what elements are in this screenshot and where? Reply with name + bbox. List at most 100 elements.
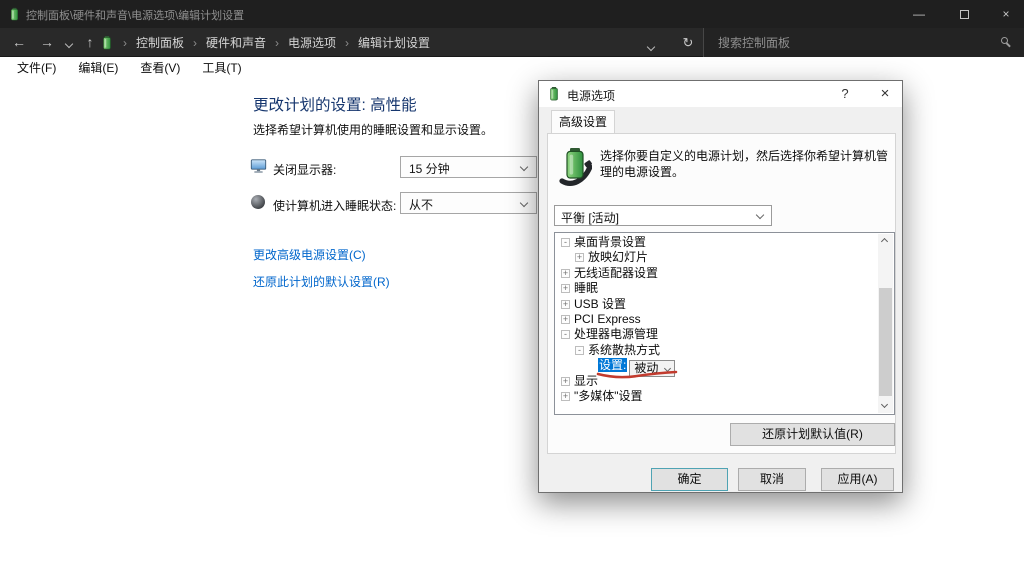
chevron-down-icon	[756, 211, 764, 219]
tree-item-sleep[interactable]: + 睡眠	[557, 281, 877, 296]
advanced-settings-panel: 选择你要自定义的电源计划，然后选择你希望计算机管理的电源设置。 平衡 [活动] …	[547, 133, 896, 454]
power-options-icon	[100, 35, 114, 50]
selected-value: 被动	[634, 361, 658, 375]
search-box	[703, 28, 1024, 57]
tree-item-system-cooling-policy[interactable]: -系统散热方式	[557, 343, 877, 358]
power-options-icon	[8, 7, 21, 21]
tree-item-label: 系统散热方式	[588, 343, 660, 357]
restore-plan-defaults-button[interactable]: 还原计划默认值(R)	[730, 423, 895, 446]
tree-item-usb-settings[interactable]: + USB 设置	[557, 297, 877, 312]
search-icon[interactable]	[1001, 37, 1008, 44]
up-button[interactable]: ↑	[78, 28, 102, 57]
menu-view[interactable]: 查看(V)	[131, 59, 189, 76]
chevron-up-icon	[881, 238, 888, 245]
dialog-title: 电源选项	[567, 87, 615, 104]
back-button[interactable]: ←	[6, 28, 32, 57]
tree-item-cooling-setting[interactable]: 设置: 被动	[557, 358, 877, 373]
breadcrumb-item-power-options[interactable]: 电源选项	[288, 34, 336, 51]
power-options-dialog: 电源选项 ? × 高级设置 选择你要自定义的电源计划，然后选择你希望计算机管理的…	[538, 80, 903, 493]
breadcrumb-item-edit-plan[interactable]: 编辑计划设置	[358, 34, 430, 51]
tree-item-label: USB 设置	[574, 297, 626, 311]
page-subtitle: 选择希望计算机使用的睡眠设置和显示设置。	[253, 121, 493, 138]
maximize-button[interactable]	[947, 0, 981, 28]
close-button[interactable]: ×	[989, 0, 1023, 28]
tree-item-slideshow[interactable]: + 放映幻灯片	[557, 250, 877, 265]
expand-icon[interactable]: +	[561, 392, 570, 401]
menu-edit[interactable]: 编辑(E)	[69, 59, 127, 76]
tree-item-pci-express[interactable]: + PCI Express	[557, 312, 877, 327]
dialog-close-button[interactable]: ×	[870, 81, 900, 107]
scroll-down-button[interactable]	[878, 399, 893, 413]
expand-icon[interactable]: +	[561, 300, 570, 309]
tree-item-processor-power[interactable]: -处理器电源管理	[557, 327, 877, 342]
chevron-down-icon	[881, 401, 888, 408]
power-options-icon	[547, 86, 561, 101]
menu-file[interactable]: 文件(F)	[8, 59, 65, 76]
turn-off-display-select[interactable]: 15 分钟	[400, 156, 537, 178]
tree-item-multimedia-settings[interactable]: + "多媒体"设置	[557, 389, 877, 404]
tree-rows: -桌面背景设置 +放映幻灯片 +无线适配器设置 +睡眠 +USB 设置 +PCI…	[557, 235, 877, 404]
ok-button[interactable]: 确定	[651, 468, 728, 491]
cancel-button[interactable]: 取消	[738, 468, 806, 491]
breadcrumb-item-hardware-sound[interactable]: 硬件和声音	[206, 34, 266, 51]
expand-icon[interactable]: +	[561, 269, 570, 278]
turn-off-display-label: 关闭显示器:	[273, 161, 336, 178]
dialog-description: 选择你要自定义的电源计划，然后选择你希望计算机管理的电源设置。	[600, 148, 892, 180]
tree-item-label: 睡眠	[574, 281, 598, 295]
tree-item-display[interactable]: + 显示	[557, 374, 877, 389]
menu-tools[interactable]: 工具(T)	[193, 59, 250, 76]
display-icon	[250, 158, 267, 174]
scrollbar[interactable]	[878, 234, 893, 413]
breadcrumb-item-control-panel[interactable]: 控制面板	[136, 34, 184, 51]
tree-item-label: "多媒体"设置	[574, 389, 643, 403]
power-plan-select[interactable]: 平衡 [活动]	[554, 205, 772, 226]
expand-icon[interactable]: +	[561, 377, 570, 386]
apply-button[interactable]: 应用(A)	[821, 468, 894, 491]
tree-item-label: 放映幻灯片	[588, 250, 648, 264]
search-input[interactable]	[704, 28, 1024, 57]
toolbar: ← → ↑ › 控制面板 › 硬件和声音 › 电源选项 › 编辑计划设置 ↻	[0, 28, 1024, 57]
chevron-down-icon	[647, 43, 655, 51]
tree-item-label: 无线适配器设置	[574, 266, 658, 280]
tree-item-desktop-background[interactable]: -桌面背景设置	[557, 235, 877, 250]
forward-button[interactable]: →	[34, 28, 60, 57]
minimize-button[interactable]: —	[902, 0, 936, 28]
tree-item-label: PCI Express	[574, 312, 641, 326]
address-dropdown-button[interactable]	[648, 39, 654, 53]
screen: 控制面板\硬件和声音\电源选项\编辑计划设置 — × ← → ↑ › 控制面板 …	[0, 0, 1024, 576]
sleep-select[interactable]: 从不	[400, 192, 537, 214]
tree-item-label: 显示	[574, 374, 598, 388]
breadcrumb-separator: ›	[123, 36, 127, 50]
breadcrumb-separator: ›	[193, 36, 197, 50]
restore-default-settings-link[interactable]: 还原此计划的默认设置(R)	[253, 273, 390, 290]
scroll-up-button[interactable]	[878, 234, 893, 248]
cooling-mode-select[interactable]: 被动	[629, 360, 675, 377]
collapse-icon[interactable]: -	[575, 346, 584, 355]
page-title: 更改计划的设置: 高性能	[253, 93, 417, 115]
scrollbar-thumb[interactable]	[879, 288, 892, 396]
tab-advanced-settings[interactable]: 高级设置	[551, 110, 615, 134]
tree-item-wireless-adapter[interactable]: + 无线适配器设置	[557, 266, 877, 281]
window-title: 控制面板\硬件和声音\电源选项\编辑计划设置	[26, 7, 244, 23]
refresh-button[interactable]: ↻	[674, 28, 702, 57]
window-titlebar: 控制面板\硬件和声音\电源选项\编辑计划设置 — ×	[0, 0, 1024, 28]
expand-icon[interactable]: +	[575, 253, 584, 262]
setting-label-selected: 设置:	[598, 358, 627, 372]
recent-pages-dropdown[interactable]	[60, 28, 78, 57]
help-button[interactable]: ?	[830, 81, 860, 107]
chevron-down-icon	[520, 163, 528, 171]
tree-item-label: 桌面背景设置	[574, 235, 646, 249]
sleep-icon	[250, 194, 266, 210]
expand-icon[interactable]: +	[561, 284, 570, 293]
collapse-icon[interactable]: -	[561, 238, 570, 247]
expand-icon[interactable]: +	[561, 315, 570, 324]
sleep-label: 使计算机进入睡眠状态:	[273, 197, 396, 214]
breadcrumb-separator: ›	[275, 36, 279, 50]
change-advanced-power-settings-link[interactable]: 更改高级电源设置(C)	[253, 246, 366, 263]
chevron-down-icon	[520, 199, 528, 207]
settings-tree: -桌面背景设置 +放映幻灯片 +无线适配器设置 +睡眠 +USB 设置 +PCI…	[554, 232, 895, 415]
power-plan-icon	[558, 147, 592, 187]
breadcrumb: › 控制面板 › 硬件和声音 › 电源选项 › 编辑计划设置	[100, 28, 430, 57]
collapse-icon[interactable]: -	[561, 330, 570, 339]
maximize-icon	[960, 10, 969, 19]
